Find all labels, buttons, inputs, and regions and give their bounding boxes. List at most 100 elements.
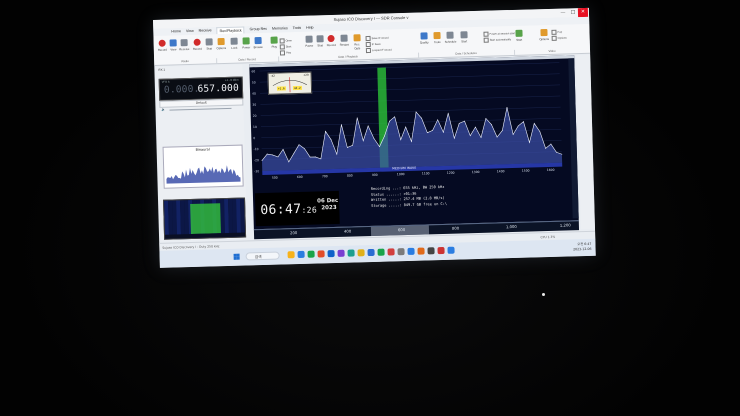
schedule-icon <box>446 31 454 39</box>
ribbon-start-button[interactable]: Start <box>458 31 470 50</box>
start-icon[interactable] <box>233 253 240 260</box>
db-tick-label: -10 <box>254 147 259 151</box>
rx-header: RX 1 <box>158 67 166 72</box>
taskbar-app-icon[interactable] <box>317 250 325 258</box>
ribbon-small-item[interactable]: Start <box>279 44 292 50</box>
volume-slider[interactable] <box>169 107 232 111</box>
power-icon <box>242 37 250 45</box>
taskbar-app-icon[interactable] <box>287 251 295 259</box>
taskbar-app-icon[interactable] <box>367 248 375 257</box>
ribbon-small-item[interactable]: Open <box>279 38 292 44</box>
ribbon-stop-button[interactable]: Stop <box>314 35 326 54</box>
db-tick-label: 50 <box>252 80 256 84</box>
ribbon-options-button[interactable]: Options <box>538 28 550 48</box>
ribbon-small-item[interactable]: Pop <box>551 29 562 35</box>
ribbon-small-item[interactable]: Start automatically <box>483 37 511 43</box>
system-tray[interactable]: 오전 6:47 2023-12-06 <box>573 242 592 252</box>
mini-waterfall <box>163 197 247 240</box>
frequency-display[interactable]: VFO A +1 -9 dBm 0.000. 657.000 <box>158 76 244 101</box>
ribbon-group-label: Video <box>513 47 592 55</box>
ribbon-rec-opts-button[interactable]: Rec. Opts <box>351 34 363 53</box>
taskbar-app-icon[interactable] <box>447 246 455 254</box>
taskbar-app-icon[interactable] <box>417 247 425 255</box>
ribbon-button-label: Restart <box>339 42 349 47</box>
signal-readout: +1 -9 dBm <box>224 78 239 83</box>
close-button[interactable]: ✕ <box>577 7 589 18</box>
ribbon-button-label: View <box>170 47 177 52</box>
ribbon-receive-button[interactable]: Receive <box>179 39 191 58</box>
waterfall-band-highlight[interactable] <box>190 203 221 235</box>
ribbon-tools-button[interactable]: Tools <box>431 31 443 51</box>
signal-meter: -42 +20 +1.6 44.2 <box>267 71 313 95</box>
ribbon-power-button[interactable]: Power <box>241 37 253 56</box>
ribbon-small-item[interactable]: Power at session start <box>483 31 515 37</box>
ribbon-button-label: Look <box>231 45 238 50</box>
ribbon-small-item[interactable]: Save IF record <box>365 35 389 42</box>
ribbon-button-label: Power <box>242 45 251 50</box>
taskbar-search[interactable]: 검색 <box>245 251 280 261</box>
ribbon-record-button[interactable]: Record <box>325 34 337 54</box>
taskbar-app-icon[interactable] <box>347 249 355 257</box>
taskbar-app-icon[interactable] <box>337 249 345 257</box>
spectrum-area: 60 50 40 30 20 10 0 -10 -20 -30 500 600 700 800 900 100… <box>249 55 579 230</box>
ribbon-stop-button[interactable]: Stop <box>204 38 216 57</box>
volume-row[interactable]: 🔈 <box>159 106 241 113</box>
clock-seconds: :26 <box>301 205 318 215</box>
options-icon <box>217 38 225 46</box>
db-tick-label: -30 <box>254 169 259 173</box>
pause-icon <box>305 35 313 43</box>
ribbon-options-button[interactable]: Options <box>216 38 228 57</box>
taskbar-app-icon[interactable] <box>407 247 415 255</box>
meter-left-scale: -42 <box>270 74 275 78</box>
start-icon <box>460 31 468 39</box>
options-icon <box>540 28 548 37</box>
freq-tick-label: 1100 <box>422 171 430 175</box>
taskbar-app-icon[interactable] <box>437 246 445 255</box>
ribbon-button-label: Start <box>461 39 468 44</box>
ribbon-view-button[interactable]: View <box>168 39 180 58</box>
quality-icon <box>420 32 428 40</box>
ribbon-small-item[interactable]: Play <box>279 50 291 56</box>
taskbar-app-icon[interactable] <box>387 248 395 256</box>
taskbar-app-icon[interactable] <box>297 250 305 259</box>
freq-tick-label: 1600 <box>547 168 555 172</box>
freqbar-tick-label: 200 <box>289 230 298 236</box>
ribbon-button-label: Stop <box>317 43 324 48</box>
taskbar-app-icon[interactable] <box>357 249 365 257</box>
ribbon-pause-button[interactable]: Pause <box>303 35 315 54</box>
ribbon-record-button[interactable]: Record <box>157 39 169 59</box>
maximize-button[interactable]: □ <box>568 8 578 17</box>
minimize-button[interactable]: — <box>558 8 568 17</box>
speaker-icon: 🔈 <box>161 107 166 112</box>
vfo-label: VFO A <box>161 80 170 84</box>
ribbon-button-label: Quality <box>419 40 429 45</box>
taskbar-app-icon[interactable] <box>377 248 385 256</box>
stop-icon <box>316 35 324 43</box>
ribbon-restart-button[interactable]: Restart <box>338 34 350 54</box>
taskbar-app-icon[interactable] <box>307 250 315 258</box>
taskbar-app-icon[interactable] <box>327 250 335 258</box>
taskbar-app-icon[interactable] <box>397 248 405 256</box>
ribbon-small-item[interactable]: Options <box>551 35 567 41</box>
restart-icon <box>340 34 348 42</box>
ribbon-schedule-button[interactable]: Schedule <box>444 31 456 51</box>
frequency-dim-digits: 0.000. <box>163 83 200 96</box>
taskbar-app-icon[interactable] <box>427 247 435 255</box>
ribbon-quality-button[interactable]: Quality <box>418 32 430 51</box>
ribbon-play-button[interactable]: Play <box>269 36 281 55</box>
ribbon-record-button[interactable]: Record <box>192 38 204 58</box>
freqbar-tick-label: 600 <box>397 227 406 233</box>
freq-tick-label: 1300 <box>472 170 480 174</box>
browse-icon <box>254 36 262 45</box>
grid-line <box>261 118 561 127</box>
ribbon-look-button[interactable]: Look <box>229 37 241 57</box>
ribbon-browse-button[interactable]: Browse <box>253 36 265 56</box>
db-tick-label: 0 <box>253 136 255 140</box>
view-icon <box>169 39 177 47</box>
ribbon-small-item[interactable]: Looped IF record <box>365 47 392 54</box>
record-icon <box>327 34 335 43</box>
grid-line <box>260 106 561 116</box>
ribbon-small-item[interactable]: IF Save <box>365 41 381 48</box>
freq-tick-label: 600 <box>297 175 303 179</box>
db-tick-label: 30 <box>252 103 256 107</box>
